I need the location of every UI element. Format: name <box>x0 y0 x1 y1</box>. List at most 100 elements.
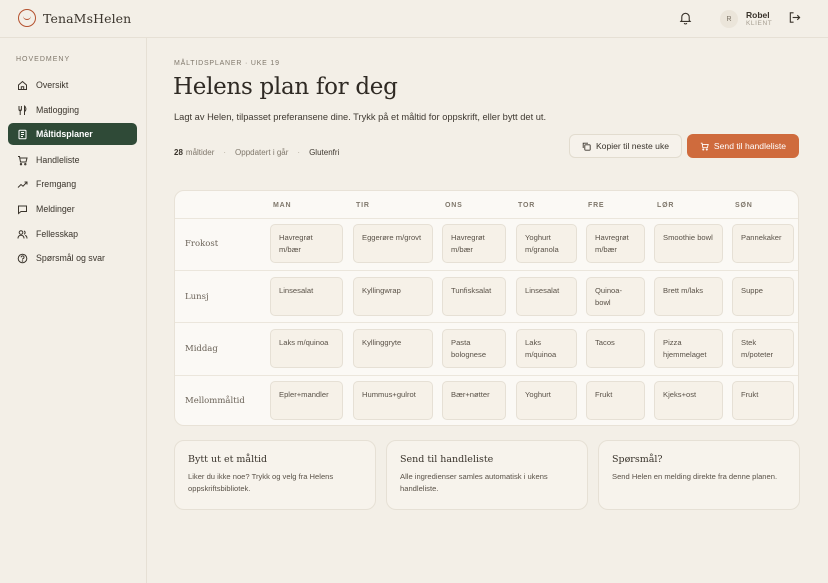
meal-cell[interactable]: Frukt <box>586 381 645 420</box>
sidebar-item-label: Handleliste <box>36 155 80 165</box>
day-header-tor: TOR <box>518 202 536 209</box>
logo[interactable]: TenaMsHelen <box>18 9 131 27</box>
sidebar-item-label: Fellesskap <box>36 229 79 239</box>
breadcrumb: MÅLTIDSPLANER · UKE 19 <box>174 60 280 67</box>
send-to-shopping-list-button[interactable]: Send til handleliste <box>687 134 799 158</box>
sidebar-item-label: Matlogging <box>36 105 80 115</box>
meal-cell[interactable]: Havregrøt m/bær <box>270 224 343 263</box>
message-icon <box>17 204 28 215</box>
meal-cell[interactable]: Hummus+gulrot <box>353 381 433 420</box>
meal-cell[interactable]: Kjeks+ost <box>654 381 723 420</box>
card-text: Alle ingredienser samles automatisk i uk… <box>400 472 548 493</box>
avatar[interactable]: R <box>720 10 738 28</box>
row-label-frokost: Frokost <box>185 239 219 249</box>
row-label-middag: Middag <box>185 344 218 354</box>
info-card-shopping-list[interactable]: Send til handleliste Alle ingredienser s… <box>386 440 588 510</box>
copy-to-next-week-button[interactable]: Kopier til neste uke <box>569 134 682 158</box>
meal-cell[interactable]: Quinoa-bowl <box>586 277 645 316</box>
meal-cell[interactable]: Tacos <box>586 329 645 368</box>
meal-cell[interactable]: Suppe <box>732 277 794 316</box>
meal-plan-grid: MAN TIR ONS TOR FRE LØR SØN Frokost Havr… <box>174 190 799 426</box>
help-icon <box>17 253 28 264</box>
meal-cell[interactable]: Laks m/quinoa <box>270 329 343 368</box>
card-text: Liker du ikke noe? Trykk og velg fra Hel… <box>188 472 334 493</box>
meal-cell[interactable]: Tunfisksalat <box>442 277 506 316</box>
meal-cell[interactable]: Pasta bolognese <box>442 329 506 368</box>
meal-cell[interactable]: Epler+mandler <box>270 381 343 420</box>
meal-cell[interactable]: Havregrøt m/bær <box>586 224 645 263</box>
users-icon <box>17 229 28 240</box>
sidebar-item-label: Meldinger <box>36 204 75 214</box>
card-title: Send til handleliste <box>400 454 494 465</box>
sidebar-item-fellesskap[interactable]: Fellesskap <box>8 223 137 245</box>
top-bar: TenaMsHelen R Robel KLIENT <box>0 0 828 38</box>
meal-cell[interactable]: Linsesalat <box>270 277 343 316</box>
meal-cell[interactable]: Havregrøt m/bær <box>442 224 506 263</box>
divider <box>175 270 798 271</box>
meal-cell[interactable]: Yoghurt <box>516 381 577 420</box>
notebook-icon <box>17 129 28 140</box>
send-button-label: Send til handleliste <box>713 141 787 151</box>
meal-cell[interactable]: Pizza hjemmelaget <box>654 329 723 368</box>
info-card-swap-meal[interactable]: Bytt ut et måltid Liker du ikke noe? Try… <box>174 440 376 510</box>
page-subtitle: Lagt av Helen, tilpasset preferansene di… <box>174 112 547 122</box>
logout-icon[interactable] <box>788 11 801 24</box>
row-label-lunsj: Lunsj <box>185 292 209 302</box>
cart-icon <box>700 142 709 151</box>
meal-cell[interactable]: Yoghurt m/granola <box>516 224 577 263</box>
meal-cell[interactable]: Pannekaker <box>732 224 794 263</box>
sidebar: HOVEDMENY Oversikt Matlogging Måltidspla… <box>0 38 147 583</box>
meal-cell[interactable]: Eggerøre m/grovt <box>353 224 433 263</box>
divider <box>175 218 798 219</box>
meal-cell[interactable]: Stek m/poteter <box>732 329 794 368</box>
cart-icon <box>17 155 28 166</box>
separator: · <box>297 148 301 157</box>
sidebar-item-label: Spørsmål og svar <box>36 253 105 263</box>
meal-cell[interactable]: Brett m/laks <box>654 277 723 316</box>
meal-cell[interactable]: Kyllingwrap <box>353 277 433 316</box>
meal-cell[interactable]: Frukt <box>732 381 794 420</box>
sidebar-item-handleliste[interactable]: Handleliste <box>8 149 137 171</box>
divider <box>175 322 798 323</box>
day-header-tir: TIR <box>356 202 370 209</box>
meal-cell[interactable]: Bær+nøtter <box>442 381 506 420</box>
day-header-fre: FRE <box>588 202 605 209</box>
sidebar-heading: HOVEDMENY <box>16 56 71 63</box>
sidebar-item-label: Oversikt <box>36 80 69 90</box>
trend-icon <box>17 179 28 190</box>
meal-cell[interactable]: Linsesalat <box>516 277 577 316</box>
sidebar-item-meldinger[interactable]: Meldinger <box>8 198 137 220</box>
meal-cell[interactable]: Smoothie bowl <box>654 224 723 263</box>
separator: · <box>223 148 227 157</box>
home-icon <box>17 80 28 91</box>
meals-count: 28 <box>174 148 183 157</box>
card-title: Spørsmål? <box>612 454 663 465</box>
copy-icon <box>582 142 591 151</box>
copy-button-label: Kopier til neste uke <box>595 141 670 151</box>
meal-cell[interactable]: Laks m/quinoa <box>516 329 577 368</box>
sidebar-item-matlogging[interactable]: Matlogging <box>8 99 137 121</box>
utensils-icon <box>17 104 28 116</box>
meals-label: måltider <box>185 148 215 157</box>
user-name: Robel <box>746 10 770 20</box>
info-card-questions[interactable]: Spørsmål? Send Helen en melding direkte … <box>598 440 800 510</box>
sidebar-item-maltidsplaner[interactable]: Måltidsplaner <box>8 123 137 145</box>
row-label-mellommaltid: Mellommåltid <box>185 396 245 406</box>
bell-icon[interactable] <box>679 11 692 25</box>
sidebar-item-fremgang[interactable]: Fremgang <box>8 173 137 195</box>
app-name: TenaMsHelen <box>43 10 132 26</box>
divider <box>175 375 798 376</box>
day-header-son: SØN <box>735 202 753 209</box>
meal-cell[interactable]: Kyllinggryte <box>353 329 433 368</box>
diet-tag: Glutenfri <box>309 148 340 157</box>
sidebar-item-label: Fremgang <box>36 179 77 189</box>
sidebar-item-sporsmal-og-svar[interactable]: Spørsmål og svar <box>8 247 137 269</box>
sidebar-item-oversikt[interactable]: Oversikt <box>8 74 137 96</box>
card-title: Bytt ut et måltid <box>188 454 268 465</box>
day-header-lor: LØR <box>657 202 675 209</box>
user-role: KLIENT <box>746 20 773 27</box>
card-text: Send Helen en melding direkte fra denne … <box>612 472 778 481</box>
day-header-man: MAN <box>273 202 292 209</box>
sidebar-item-label: Måltidsplaner <box>36 129 93 139</box>
logo-icon <box>18 9 36 27</box>
